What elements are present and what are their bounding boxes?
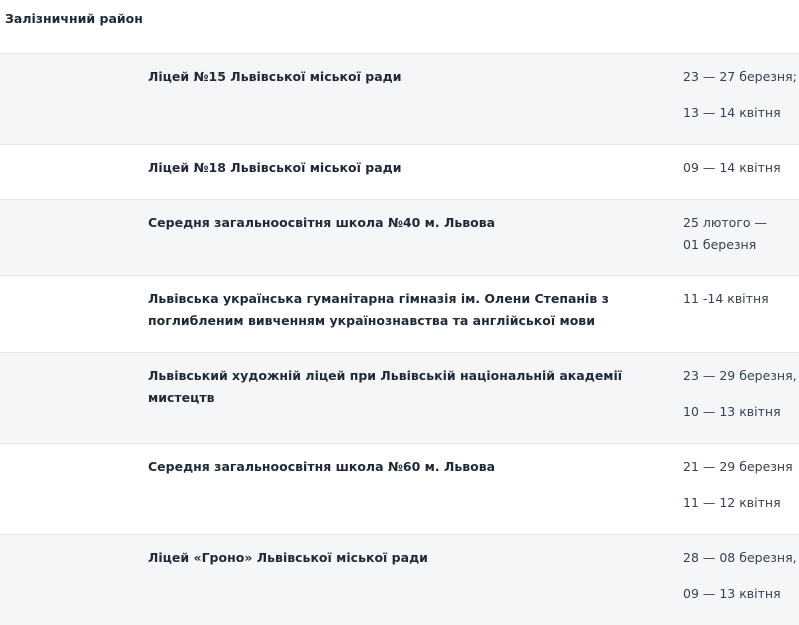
date-range: 28 — 08 березня, [683, 550, 797, 565]
table-row: Львівський художній ліцей при Львівській… [0, 353, 799, 444]
district-header: Залізничний район [0, 0, 799, 54]
school-name: Ліцей «Гроно» Львівської міської ради [148, 550, 428, 565]
school-name: Середня загальноосвітня школа №40 м. Льв… [148, 215, 496, 230]
table-row: Середня загальноосвітня школа №40 м. Льв… [0, 200, 799, 276]
dates-cell: 11 -14 квітня [683, 288, 795, 310]
dates-cell: 25 лютого — 01 березня [683, 212, 795, 256]
dates-cell: 23 — 29 березня, 10 — 13 квітня [683, 365, 797, 423]
date-range: 23 — 29 березня, [683, 368, 797, 383]
date-range: 23 — 27 березня; [683, 69, 797, 84]
table-row: Ліцей «Гроно» Львівської міської ради 28… [0, 535, 799, 625]
date-range: 01 березня [683, 237, 757, 252]
date-range: 11 -14 квітня [683, 291, 769, 306]
school-name: Львівська українська гуманітарна гімназі… [148, 291, 609, 328]
dates-cell: 09 — 14 квітня [683, 157, 795, 179]
date-range: 09 — 13 квітня [683, 586, 781, 601]
date-range: 21 — 29 березня [683, 459, 793, 474]
school-name: Ліцей №15 Львівської міської ради [148, 69, 402, 84]
table-row: Ліцей №15 Львівської міської ради 23 — 2… [0, 54, 799, 145]
district-title: Залізничний район [5, 11, 143, 26]
dates-cell: 23 — 27 березня; 13 — 14 квітня [683, 66, 797, 124]
table-row: Львівська українська гуманітарна гімназі… [0, 276, 799, 353]
school-name: Львівський художній ліцей при Львівській… [148, 368, 623, 405]
date-range: 09 — 14 квітня [683, 160, 781, 175]
school-name: Середня загальноосвітня школа №60 м. Льв… [148, 459, 496, 474]
date-range: 25 лютого — [683, 215, 768, 230]
school-name: Ліцей №18 Львівської міської ради [148, 160, 402, 175]
table-row: Середня загальноосвітня школа №60 м. Льв… [0, 444, 799, 535]
date-range: 10 — 13 квітня [683, 404, 781, 419]
date-range: 13 — 14 квітня [683, 105, 781, 120]
date-range: 11 — 12 квітня [683, 495, 781, 510]
table-row: Ліцей №18 Львівської міської ради 09 — 1… [0, 145, 799, 200]
dates-cell: 28 — 08 березня, 09 — 13 квітня [683, 547, 797, 605]
dates-cell: 21 — 29 березня 11 — 12 квітня [683, 456, 795, 514]
